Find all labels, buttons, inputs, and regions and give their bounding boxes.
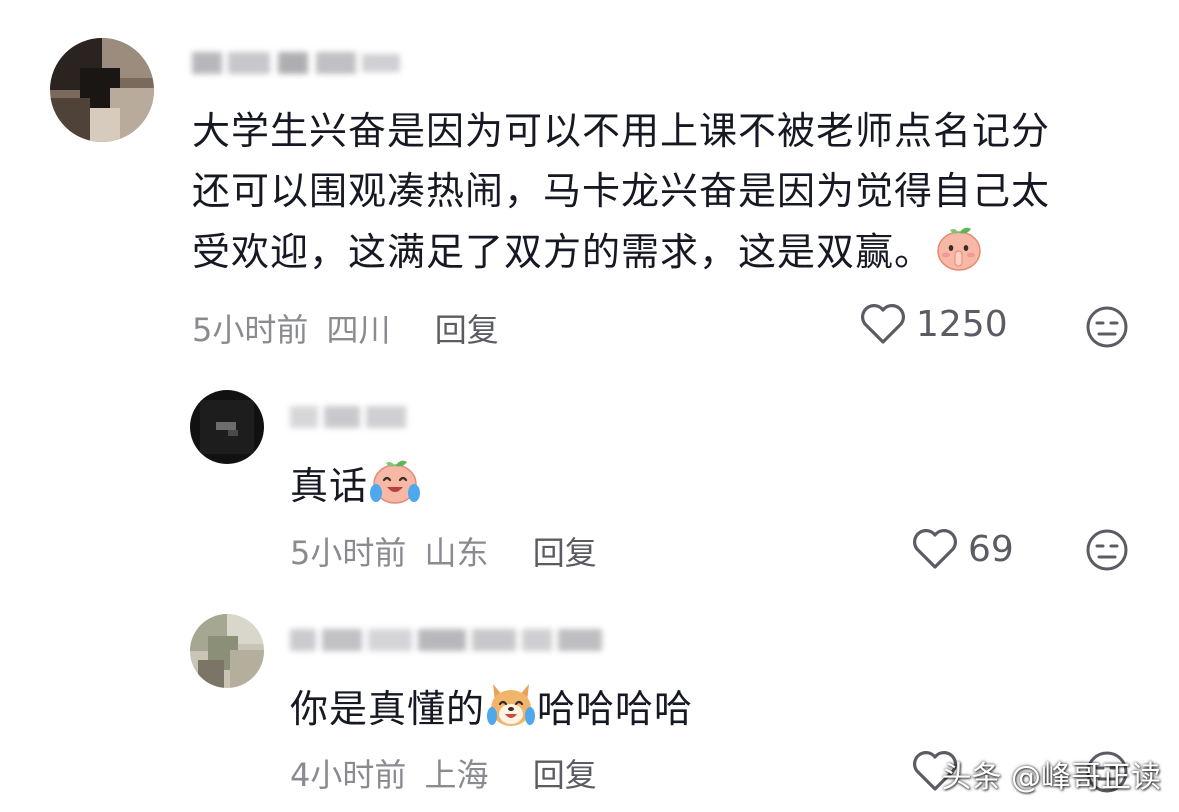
username-blurred[interactable]	[192, 48, 412, 78]
reply-button[interactable]: 回复	[533, 534, 597, 572]
comment-meta: 5小时前 四川 回复	[192, 305, 499, 351]
like-button[interactable]: 1250	[860, 303, 1008, 345]
comment-location: 山东	[424, 534, 489, 572]
comment-meta: 4小时前 上海 回复	[290, 750, 597, 796]
avatar[interactable]	[50, 38, 154, 142]
dislike-icon[interactable]	[1085, 305, 1129, 349]
like-count: 1250	[916, 303, 1008, 345]
dislike-icon[interactable]	[1085, 528, 1129, 572]
username-blurred[interactable]	[290, 402, 420, 432]
like-button[interactable]: 69	[912, 528, 1014, 570]
comment-time: 4小时前	[290, 756, 407, 794]
avatar[interactable]	[190, 390, 264, 464]
comment-text: 大学生兴奋是因为可以不用上课不被老师点名记分 还可以围观凑热闹，马卡龙兴奋是因为…	[192, 101, 1152, 290]
heart-icon	[861, 304, 905, 344]
comment-text: 真话	[290, 455, 422, 524]
watermark: 头条 @峰哥正读	[941, 760, 1161, 795]
comment-location: 上海	[424, 756, 489, 794]
comment-time: 5小时前	[192, 311, 309, 349]
username-blurred[interactable]	[290, 624, 610, 654]
shush-peach-emoji	[933, 221, 985, 290]
like-count: 69	[968, 528, 1014, 570]
comment-text-line: 还可以围观凑热闹，马卡龙兴奋是因为觉得自己太	[192, 169, 1051, 213]
comment-text-line: 受欢迎，这满足了双方的需求，这是双赢。	[192, 221, 1152, 290]
crying-laugh-peach-emoji	[368, 455, 422, 524]
avatar[interactable]	[190, 614, 264, 688]
crying-laugh-dog-emoji	[485, 678, 537, 747]
comment-time: 5小时前	[290, 534, 407, 572]
comment-2: 真话 5小时前 山东 回复 69	[0, 360, 1179, 590]
reply-button[interactable]: 回复	[435, 311, 499, 349]
comment-text: 你是真懂的 哈哈哈哈	[290, 678, 693, 747]
comment-1: 大学生兴奋是因为可以不用上课不被老师点名记分 还可以围观凑热闹，马卡龙兴奋是因为…	[0, 0, 1179, 360]
heart-icon	[913, 529, 957, 569]
comment-text-line: 大学生兴奋是因为可以不用上课不被老师点名记分	[192, 109, 1051, 153]
reply-button[interactable]: 回复	[533, 756, 597, 794]
comment-meta: 5小时前 山东 回复	[290, 528, 597, 574]
comment-location: 四川	[326, 311, 391, 349]
